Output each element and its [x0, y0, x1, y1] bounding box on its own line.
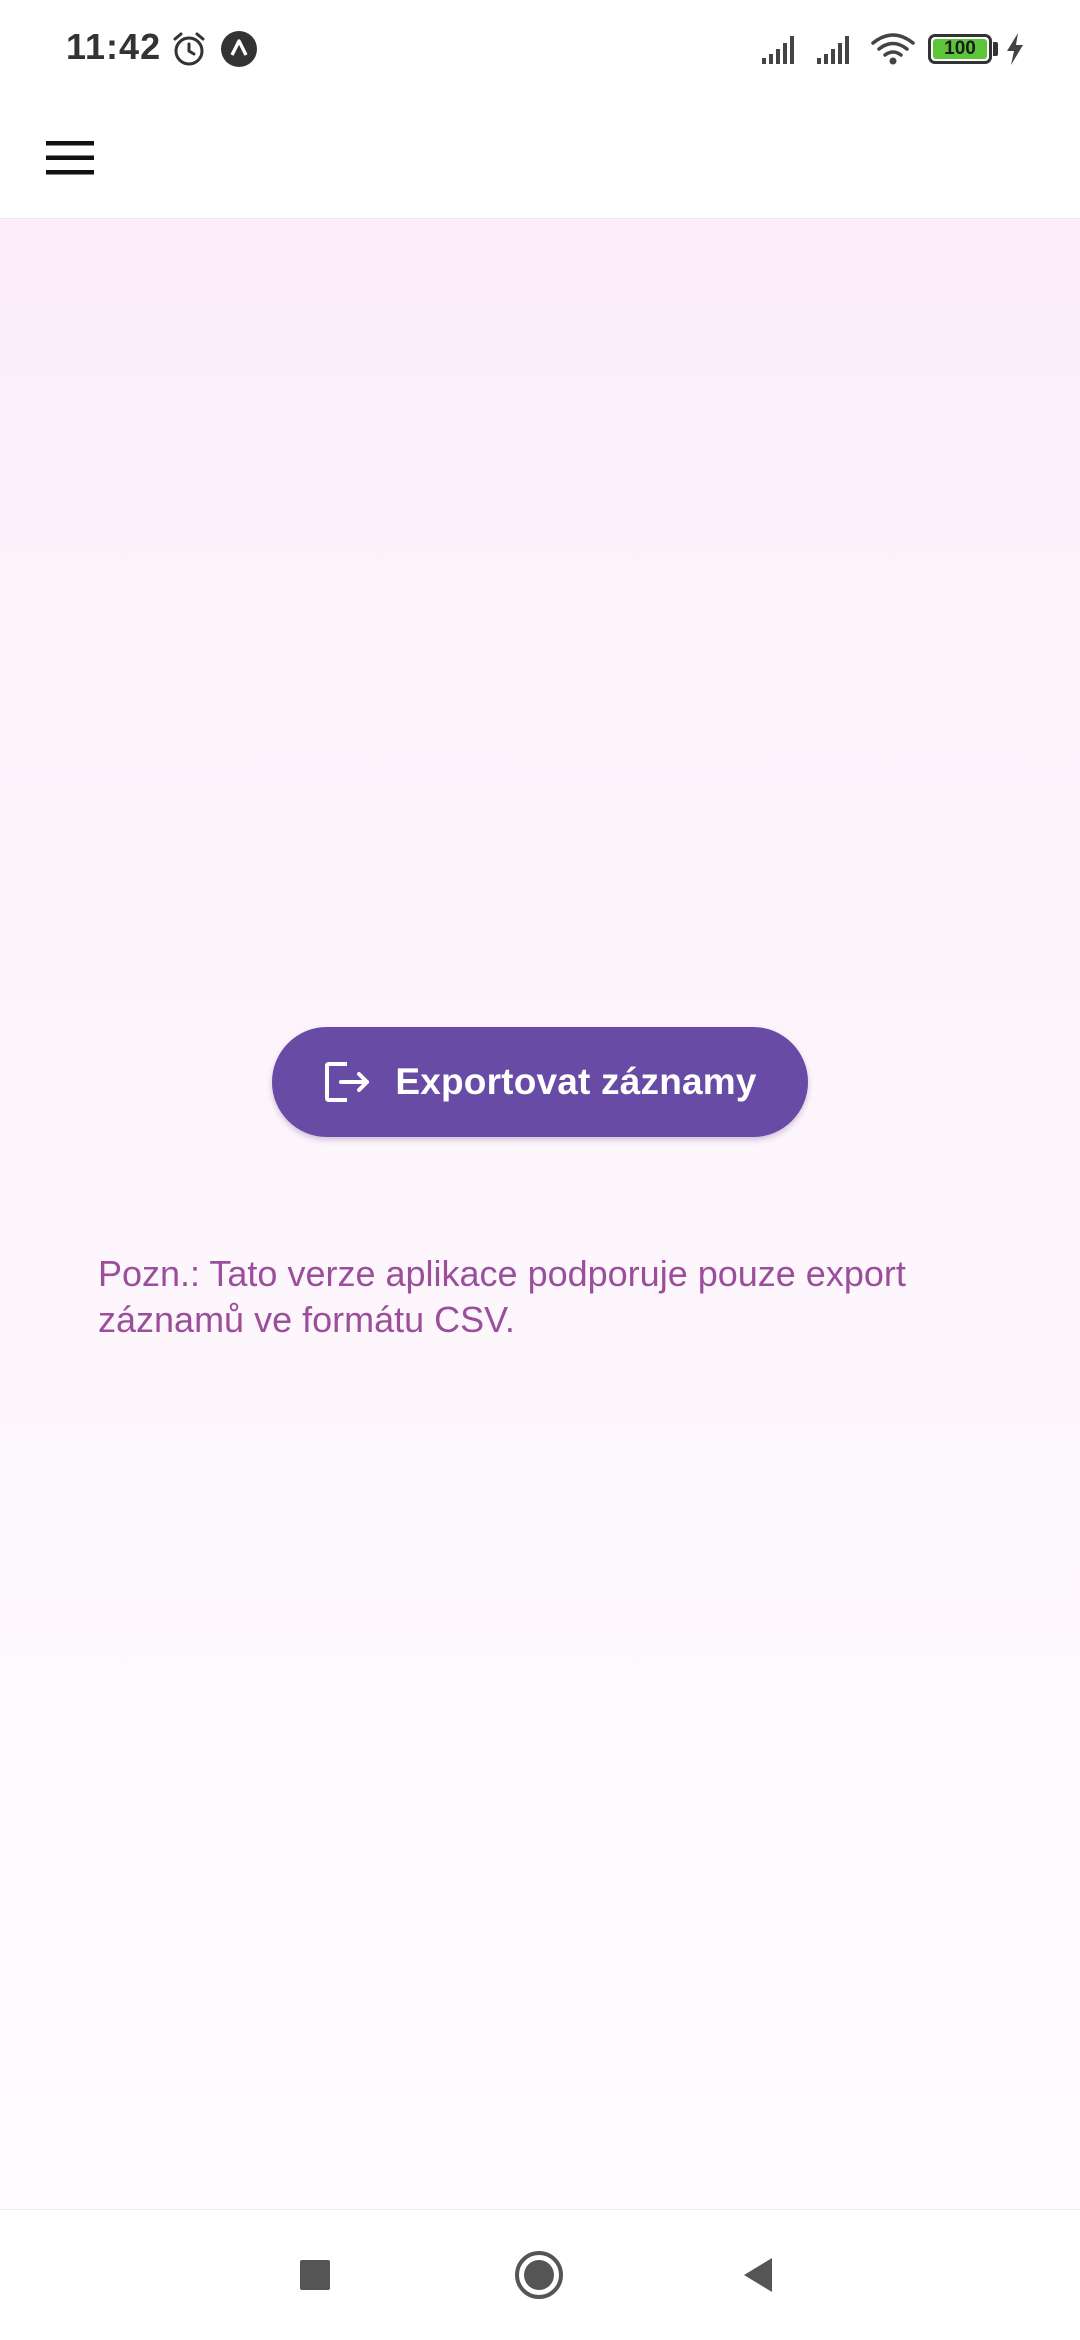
wifi-icon	[871, 33, 915, 65]
hamburger-menu-icon	[46, 141, 94, 175]
export-records-button[interactable]: Exportovat záznamy	[272, 1027, 808, 1137]
alarm-icon	[173, 32, 205, 66]
battery-level: 100	[944, 38, 976, 59]
screen: 11:42 100 Exportovat záznamy Pozn.: Tato…	[0, 0, 1080, 2340]
back-icon	[744, 2258, 772, 2292]
signal-icon	[762, 36, 794, 64]
home-button[interactable]	[504, 2240, 574, 2310]
export-icon	[325, 1062, 370, 1102]
navigation-bar	[0, 2209, 1080, 2340]
main-content: Exportovat záznamy Pozn.: Tato verze apl…	[0, 219, 1080, 2209]
charging-icon	[1007, 33, 1023, 65]
home-icon	[515, 2251, 563, 2299]
menu-button[interactable]	[28, 118, 112, 198]
notification-app-icon	[221, 31, 257, 67]
app-bar	[0, 96, 1080, 219]
status-time: 11:42	[66, 26, 162, 67]
battery-icon: 100	[928, 34, 992, 64]
signal-icon	[817, 36, 849, 64]
back-button[interactable]	[725, 2240, 795, 2310]
battery-cap	[993, 42, 998, 56]
recents-icon	[300, 2260, 330, 2290]
export-button-label: Exportovat záznamy	[395, 1061, 757, 1102]
recents-button[interactable]	[280, 2240, 350, 2310]
status-bar: 11:42 100	[0, 0, 1080, 96]
export-note: Pozn.: Tato verze aplikace podporuje pou…	[98, 1253, 906, 1340]
